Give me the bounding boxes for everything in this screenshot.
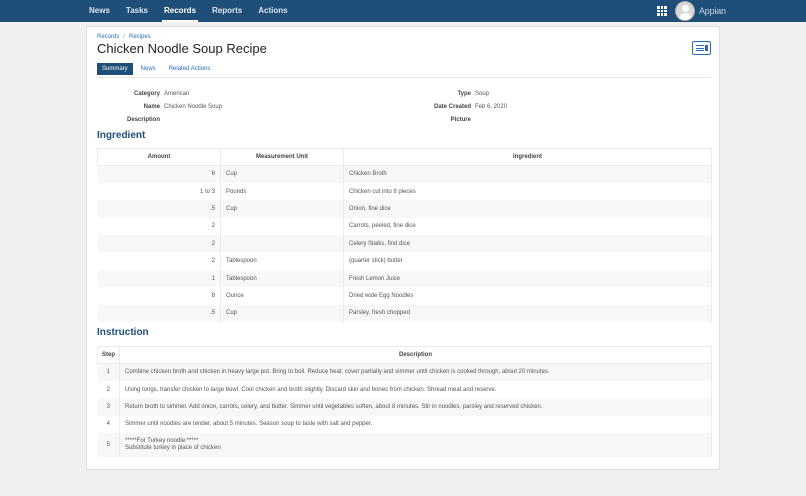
nav-actions[interactable]: Actions	[250, 0, 295, 22]
breadcrumb: Records / Recipes	[97, 34, 151, 40]
table-row: 2 Tablespoon (quarter stick) butter	[97, 252, 712, 270]
table-row: .5 Cup Onion, fine dice	[97, 200, 712, 218]
table-row: 8 Ounce Dried wide Egg Noodles	[97, 287, 712, 305]
measurement-unit-cell: Cup	[220, 165, 344, 183]
nav-records[interactable]: Records	[156, 0, 204, 22]
record-card: Records / Recipes Chicken Noodle Soup Re…	[86, 26, 720, 470]
table-row: 1 Combine chicken broth and chicken in he…	[97, 363, 712, 381]
measurement-unit-cell: Cup	[220, 304, 344, 323]
ingredient-heading: Ingredient	[97, 130, 146, 141]
main-nav: News Tasks Records Reports Actions	[81, 0, 296, 22]
table-row: 5 *****For Turkey noodle:***** Substitute…	[97, 433, 712, 458]
step-cell: 4	[97, 415, 120, 434]
nav-news[interactable]: News	[81, 0, 118, 22]
category-label: Category	[133, 91, 160, 97]
amount-cell: 6	[97, 165, 221, 183]
description-cell: *****For Turkey noodle:***** Substitute …	[119, 433, 712, 458]
amount-cell: 2	[97, 235, 221, 253]
table-row: .5 Cup Parsley, fresh chopped	[97, 304, 712, 323]
date-created-value: Feb 6, 2020	[475, 104, 508, 110]
measurement-unit-cell: Cup	[220, 200, 344, 218]
amount-cell: 2	[97, 217, 221, 236]
description-cell: Return broth to simmer. Add onion, carro…	[119, 398, 712, 416]
amount-cell: .5	[97, 200, 221, 218]
apps-grid-icon[interactable]	[657, 6, 667, 16]
step-cell: 2	[97, 380, 120, 399]
measurement-unit-cell: Ounce	[220, 287, 344, 305]
ingredient-cell: Dried wide Egg Noodles	[343, 287, 712, 305]
tab-news[interactable]: News	[136, 63, 161, 75]
measurement-unit-cell	[220, 235, 344, 253]
amount-cell: 1 to 3	[97, 182, 221, 201]
name-label: Name	[143, 104, 160, 110]
table-row: 2 Celery Stalks, find dice	[97, 235, 712, 253]
table-row: 1 Tablespoon Fresh Lemon Juice	[97, 269, 712, 288]
measurement-unit-cell	[220, 217, 344, 236]
news-feed-icon[interactable]	[692, 41, 711, 55]
page-title: Chicken Noodle Soup Recipe	[97, 41, 267, 56]
ingredient-cell: Chicken Broth	[343, 165, 712, 183]
amount-cell: 8	[97, 287, 221, 305]
user-avatar-icon[interactable]	[675, 1, 695, 21]
ingredient-cell: Carrots, peeled, fine dice	[343, 217, 712, 236]
description-label: Description	[126, 117, 160, 123]
ingredient-cell: Chicken cut into 8 pieces	[343, 182, 712, 201]
instruction-heading: Instruction	[97, 327, 149, 338]
ingredient-cell: Celery Stalks, find dice	[343, 235, 712, 253]
column-header-description[interactable]: Description	[119, 346, 712, 364]
type-label: Type	[457, 91, 471, 97]
tab-related-actions[interactable]: Related Actions	[164, 63, 216, 75]
ingredient-cell: Fresh Lemon Juice	[343, 269, 712, 288]
column-header-ingredient[interactable]: Ingredient	[343, 148, 712, 166]
table-row: 2 Using tongs, transfer chicken to large …	[97, 380, 712, 399]
table-row: 4 Simmer until noodles are tender, about …	[97, 415, 712, 434]
column-header-measurement-unit[interactable]: Measurement Unit	[220, 148, 344, 166]
brand-logo: Appian	[699, 6, 726, 16]
table-row: 6 Cup Chicken Broth	[97, 165, 712, 183]
divider	[97, 77, 711, 78]
record-tabs: Summary News Related Actions	[97, 63, 218, 75]
step-cell: 3	[97, 398, 120, 416]
description-cell: Simmer until noodles are tender, about 5…	[119, 415, 712, 434]
category-value: American	[164, 91, 190, 97]
amount-cell: .5	[97, 304, 221, 323]
nav-reports[interactable]: Reports	[204, 0, 250, 22]
instructions-table: Step Description 1 Combine chicken broth …	[97, 346, 712, 458]
step-cell: 1	[97, 363, 120, 381]
column-header-step[interactable]: Step	[97, 346, 120, 364]
breadcrumb-records[interactable]: Records	[97, 34, 119, 40]
table-row: 2 Carrots, peeled, fine dice	[97, 217, 712, 236]
description-cell: Combine chicken broth and chicken in hea…	[119, 363, 712, 381]
measurement-unit-cell: Tablespoon	[220, 252, 344, 270]
top-navigation-bar: News Tasks Records Reports Actions Appia…	[0, 0, 806, 22]
description-cell: Using tongs, transfer chicken to large b…	[119, 380, 712, 399]
measurement-unit-cell: Pounds	[220, 182, 344, 201]
amount-cell: 2	[97, 252, 221, 270]
name-value: Chicken Noodle Soup	[164, 104, 223, 110]
ingredient-cell: Parsley, fresh chopped	[343, 304, 712, 323]
nav-tasks[interactable]: Tasks	[118, 0, 156, 22]
step-cell: 5	[97, 433, 120, 458]
tab-summary[interactable]: Summary	[97, 63, 133, 75]
ingredient-cell: Onion, fine dice	[343, 200, 712, 218]
column-header-amount[interactable]: Amount	[97, 148, 221, 166]
amount-cell: 1	[97, 269, 221, 288]
table-row: 1 to 3 Pounds Chicken cut into 8 pieces	[97, 182, 712, 201]
breadcrumb-separator: /	[123, 34, 126, 40]
picture-label: Picture	[450, 117, 471, 123]
type-value: Soup	[475, 91, 490, 97]
breadcrumb-recipes[interactable]: Recipes	[129, 34, 151, 40]
table-row: 3 Return broth to simmer. Add onion, carr…	[97, 398, 712, 416]
measurement-unit-cell: Tablespoon	[220, 269, 344, 288]
ingredient-cell: (quarter stick) butter	[343, 252, 712, 270]
ingredients-table: Amount Measurement Unit Ingredient 6 Cup C…	[97, 148, 712, 323]
date-created-label: Date Created	[433, 104, 471, 110]
